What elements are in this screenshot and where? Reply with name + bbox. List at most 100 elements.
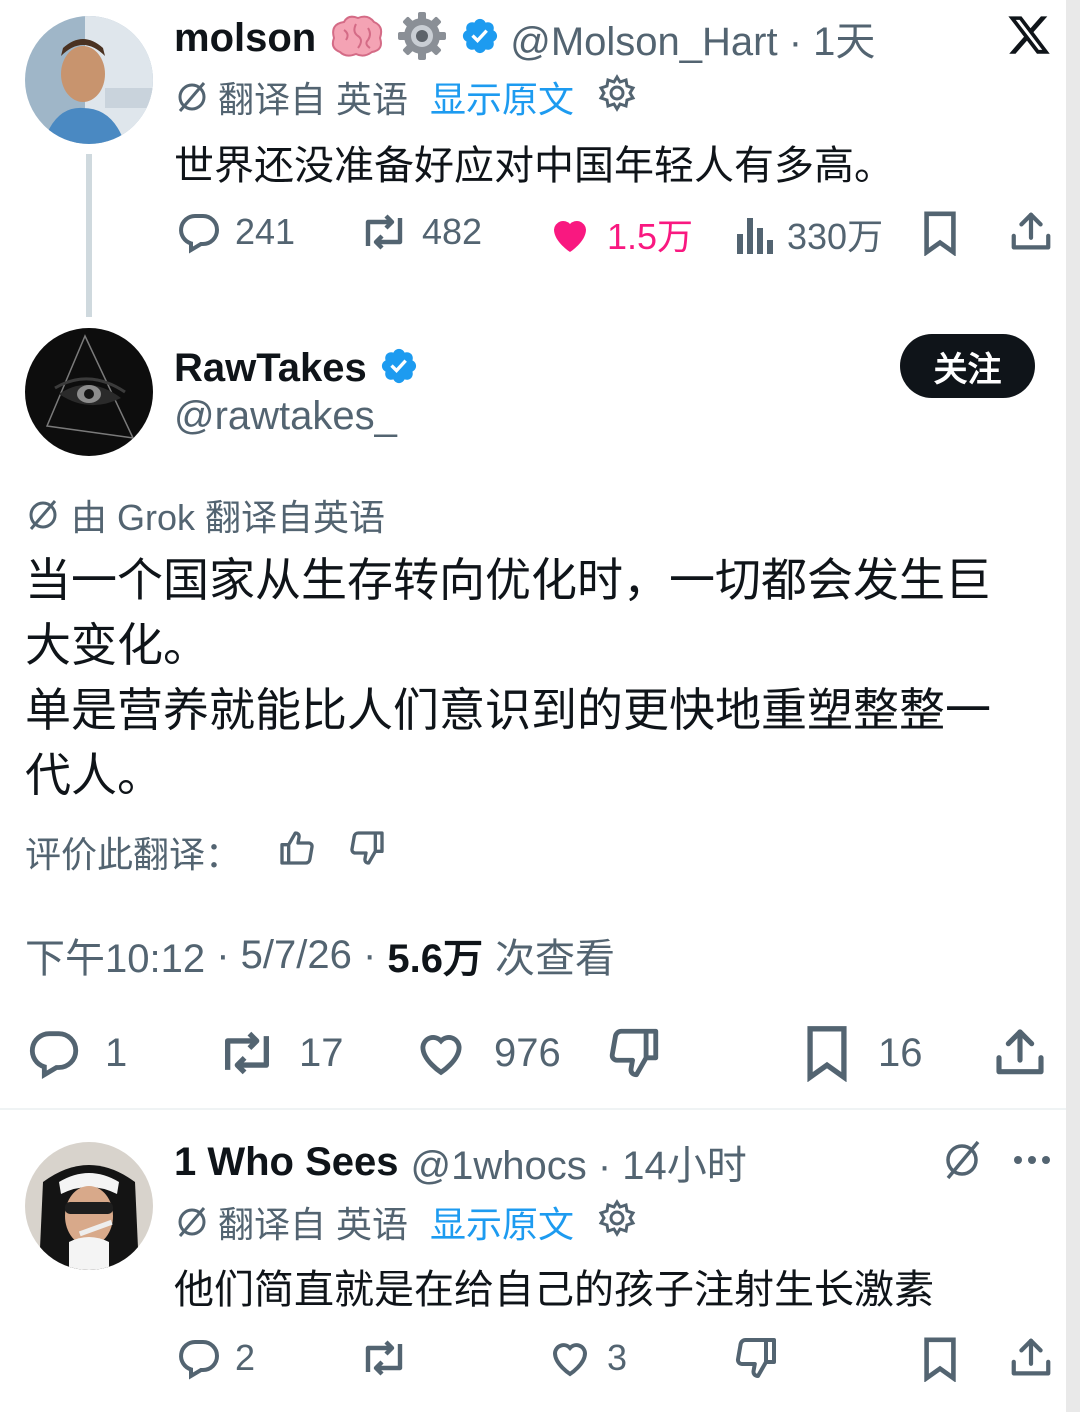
author-name[interactable]: molson (174, 16, 316, 61)
like-button[interactable]: 1.5万 (545, 208, 693, 260)
heart-icon (545, 1334, 595, 1382)
repost-icon (358, 1334, 410, 1382)
translate-icon (174, 1204, 210, 1240)
reply-icon (25, 1024, 83, 1082)
views-button[interactable]: 330万 (735, 208, 883, 260)
share-button[interactable] (1008, 208, 1054, 256)
post-text-line: 当一个国家从生存转向优化时，一切都会发生巨 (25, 554, 991, 606)
share-icon (1008, 208, 1054, 256)
reply-button[interactable]: 1 (25, 1024, 127, 1082)
separator: · (205, 932, 241, 977)
share-button[interactable] (992, 1024, 1048, 1082)
heart-filled-icon (545, 210, 595, 258)
author-name[interactable]: 1 Who Sees (174, 1140, 399, 1185)
reply-button[interactable]: 241 (175, 208, 295, 256)
share-button[interactable] (1008, 1334, 1054, 1382)
reply-icon (175, 208, 223, 256)
verified-badge-icon (379, 346, 419, 391)
post-header: 1 Who Sees @1whocs · 14小时 (174, 1134, 747, 1190)
bookmark-icon (918, 210, 962, 256)
views-label: 次查看 (495, 937, 616, 981)
translate-icon (25, 497, 61, 533)
reply-count: 241 (235, 211, 296, 252)
gear-icon[interactable] (598, 1198, 636, 1246)
analytics-icon (735, 210, 775, 258)
post-text: 当一个国家从生存转向优化时，一切都会发生巨 大变化。 单是营养就能比人们意识到的… (25, 548, 1055, 808)
like-count: 976 (494, 1030, 561, 1075)
divider (0, 1108, 1066, 1110)
bookmark-button[interactable]: 16 (800, 1024, 923, 1082)
like-button[interactable]: 3 (545, 1334, 627, 1382)
share-icon (1008, 1334, 1054, 1382)
tweet-detail-page: molson @Molson_Hart · 1天 翻译自 英语 显示原文 世界还… (0, 0, 1080, 1412)
post-header: molson @Molson_Hart · 1天 (174, 10, 875, 66)
x-logo-icon[interactable] (1005, 12, 1053, 63)
translation-row: 翻译自 英语 显示原文 (174, 1197, 636, 1247)
gear-icon[interactable] (598, 73, 636, 121)
downvote-button[interactable] (605, 1024, 663, 1082)
views-count: 5.6万 (387, 937, 484, 981)
reply-button[interactable]: 2 (175, 1334, 255, 1382)
repost-icon (215, 1024, 279, 1082)
repost-count: 17 (299, 1030, 344, 1075)
post-text-line: 大变化。 (25, 619, 209, 671)
translation-row: 翻译自 英语 显示原文 (174, 72, 636, 122)
reply-count: 1 (105, 1030, 128, 1075)
bookmark-icon (918, 1336, 962, 1382)
verified-badge-icon (460, 16, 500, 61)
show-original-link[interactable]: 显示原文 (430, 1196, 574, 1248)
show-original-link[interactable]: 显示原文 (430, 71, 574, 123)
bookmark-count: 16 (878, 1030, 923, 1075)
repost-icon (358, 208, 410, 256)
repost-button[interactable]: 17 (215, 1024, 344, 1082)
translate-icon (174, 79, 210, 115)
post-time[interactable]: 下午10:12 (25, 926, 205, 984)
thumbs-up-icon[interactable] (277, 828, 317, 877)
handle-and-time[interactable]: @Molson_Hart · 1天 (510, 9, 875, 67)
thumbs-down-icon (732, 1334, 780, 1382)
brain-emoji-icon (328, 14, 384, 63)
thumbs-down-icon[interactable] (347, 828, 387, 877)
gear-emoji-icon (396, 10, 448, 67)
separator: · (351, 932, 388, 977)
grok-icon[interactable] (940, 1138, 984, 1187)
like-count: 1.5万 (607, 216, 694, 257)
handle-and-time[interactable]: @1whocs · 14小时 (411, 1133, 747, 1191)
repost-count: 482 (422, 211, 483, 252)
avatar[interactable] (25, 328, 153, 456)
bookmark-button[interactable] (918, 210, 962, 256)
share-icon (992, 1024, 1048, 1082)
translation-label: 翻译自 英语 (218, 79, 409, 120)
repost-button[interactable] (358, 1334, 410, 1382)
views-count: 330万 (787, 216, 884, 257)
scrollbar-track[interactable] (1066, 0, 1080, 1412)
rate-translation-row: 评价此翻译： (25, 826, 387, 878)
avatar[interactable] (25, 16, 153, 144)
heart-icon (412, 1024, 470, 1082)
thumbs-down-icon (605, 1024, 663, 1082)
rate-translation-label: 评价此翻译： (25, 834, 242, 875)
like-button[interactable]: 976 (412, 1024, 561, 1082)
post-meta: 下午10:12 · 5/7/26 · 5.6万 次查看 (25, 926, 615, 984)
bookmark-button[interactable] (918, 1336, 962, 1382)
author-row: RawTakes (174, 340, 419, 396)
downvote-button[interactable] (732, 1334, 780, 1382)
grok-translation-label: 由 Grok 翻译自英语 (71, 497, 386, 538)
follow-button[interactable]: 关注 (900, 334, 1035, 398)
reply-icon (175, 1334, 223, 1382)
post-text-line: 单是营养就能比人们意识到的更快地重塑整整一 (25, 684, 991, 736)
like-count: 3 (607, 1337, 628, 1378)
author-handle[interactable]: @rawtakes_ (174, 394, 397, 439)
avatar[interactable] (25, 1142, 153, 1270)
thread-line (86, 154, 92, 317)
reply-count: 2 (235, 1337, 256, 1378)
author-name[interactable]: RawTakes (174, 346, 367, 391)
grok-translation-row: 由 Grok 翻译自英语 (25, 490, 385, 540)
post-date[interactable]: 5/7/26 (241, 933, 352, 978)
post-text-line: 代人。 (25, 749, 163, 801)
more-options-icon[interactable] (1012, 1140, 1052, 1185)
post-text: 世界还没准备好应对中国年轻人有多高。 (174, 144, 894, 188)
bookmark-icon (800, 1024, 854, 1082)
repost-button[interactable]: 482 (358, 208, 482, 256)
post-text: 他们简直就是在给自己的孩子注射生长激素 (174, 1268, 934, 1312)
